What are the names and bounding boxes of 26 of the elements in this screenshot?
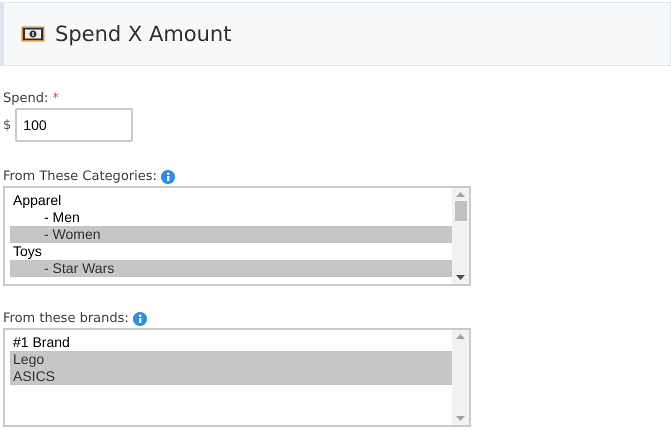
info-icon[interactable] xyxy=(160,170,175,184)
scroll-up-arrow-icon[interactable] xyxy=(456,192,465,197)
scrollbar[interactable] xyxy=(452,188,469,284)
field-label: From these brands: xyxy=(3,311,129,326)
required-mark: * xyxy=(52,91,59,106)
list-option[interactable]: Lego xyxy=(10,351,452,368)
amount-field[interactable]: 100 xyxy=(15,108,134,142)
list-option[interactable]: ASICS xyxy=(10,368,452,385)
info-icon[interactable] xyxy=(132,312,147,326)
banknote-icon xyxy=(21,26,45,42)
list-option[interactable]: - Star Wars xyxy=(10,260,452,277)
scroll-up-arrow-icon[interactable] xyxy=(456,334,465,339)
scroll-down-arrow-icon[interactable] xyxy=(456,275,465,280)
section-title: Spend X Amount xyxy=(55,22,232,46)
category-listbox[interactable]: Apparel - Men - Women Toys - Star Wars xyxy=(3,186,471,286)
field-label: Spend: xyxy=(3,91,48,106)
field-label: From These Categories: xyxy=(3,169,157,184)
list-option[interactable]: Apparel xyxy=(10,192,452,209)
scroll-thumb[interactable] xyxy=(454,201,466,221)
list-option[interactable]: Toys xyxy=(10,243,452,260)
currency-symbol: $ xyxy=(3,118,12,132)
brand-listbox[interactable]: #1 Brand Lego ASICS xyxy=(3,328,471,427)
list-option[interactable]: - Men xyxy=(10,209,452,226)
scrollbar[interactable] xyxy=(452,330,469,425)
list-option[interactable]: #1 Brand xyxy=(10,334,452,351)
list-option[interactable]: - Women xyxy=(10,226,452,243)
